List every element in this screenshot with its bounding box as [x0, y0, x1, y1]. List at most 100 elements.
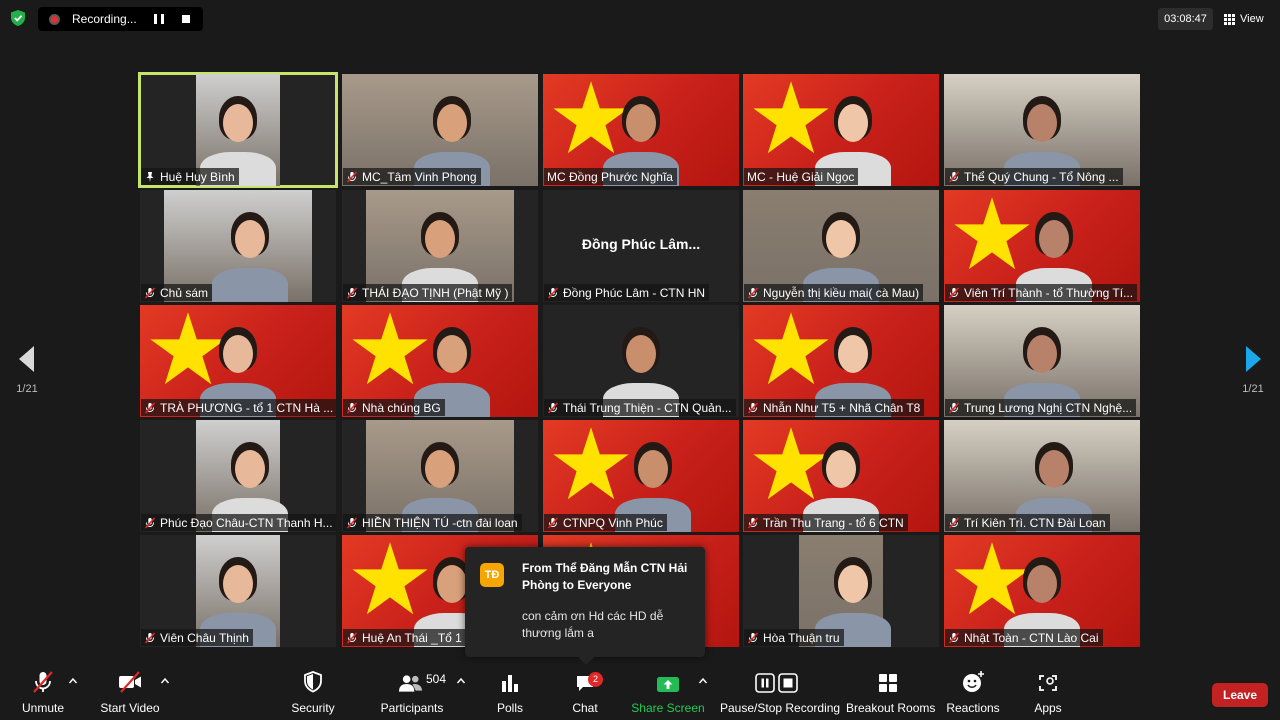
participant-name-bar: Viên Châu Thịnh [141, 629, 253, 646]
reactions-smiley-icon [963, 671, 984, 692]
participant-name: Chủ sám [160, 285, 209, 300]
participant-name-bar: Nhà chúng BG [343, 399, 445, 416]
video-tile[interactable]: Huệ Huy Bình [138, 72, 338, 188]
unmute-label: Unmute [21, 701, 65, 715]
participants-options-chevron-icon[interactable] [456, 676, 466, 686]
video-tile[interactable]: THÁI ĐẠO TỊNH (Phật Mỹ ) [342, 190, 538, 302]
video-tile[interactable]: Viên Trí Thành - tổ Thường Tí... [944, 190, 1140, 302]
participant-name: TRÀ PHƯƠNG - tổ 1 CTN Hà ... [160, 400, 334, 415]
apps-button[interactable]: Apps [1028, 664, 1068, 720]
video-tile[interactable]: TRÀ PHƯƠNG - tổ 1 CTN Hà ... [140, 305, 336, 417]
polls-button[interactable]: Polls [490, 664, 530, 720]
meeting-toolbar: Unmute Start Video Security 504 Particip… [0, 664, 1280, 720]
video-tile[interactable]: Nhẫn Như T5 + Nhã Chân T8 [743, 305, 939, 417]
video-tile[interactable]: MC_Tâm Vinh Phong [342, 74, 538, 186]
chat-notification-popup[interactable]: TĐ From Thể Đăng Mẫn CTN Hải Phòng to Ev… [465, 547, 705, 665]
muted-mic-icon [948, 516, 960, 529]
encryption-shield-icon[interactable] [8, 8, 28, 28]
participant-name: Huệ Huy Bình [160, 169, 235, 184]
video-tile[interactable]: Nhật Toàn - CTN Lào Cai [944, 535, 1140, 647]
video-tile[interactable]: Viên Châu Thịnh [140, 535, 336, 647]
video-options-chevron-icon[interactable] [160, 676, 170, 686]
share-screen-button[interactable]: Share Screen [630, 664, 706, 720]
muted-mic-icon [144, 516, 156, 529]
participant-name-bar: MC Đồng Phước Nghĩa [544, 168, 677, 185]
participant-name: THÁI ĐẠO TỊNH (Phật Mỹ ) [362, 285, 509, 300]
breakout-rooms-button[interactable]: Breakout Rooms [846, 664, 935, 720]
participant-name: Trần Thu Trang - tổ 6 CTN [763, 515, 904, 530]
video-tile[interactable]: Phúc Đạo Châu-CTN Thanh H... [140, 420, 336, 532]
apps-label: Apps [1034, 701, 1062, 715]
video-tile[interactable]: Trần Thu Trang - tổ 6 CTN [743, 420, 939, 532]
flag-star-icon [150, 312, 226, 385]
chat-unread-badge: 2 [588, 672, 603, 687]
participant-name: Viên Trí Thành - tổ Thường Tí... [964, 285, 1134, 300]
video-tile[interactable]: Đồng Phúc Lâm... Đồng Phúc Lâm - CTN HN [543, 190, 739, 302]
participant-name: MC - Huệ Giải Ngọc [747, 169, 855, 184]
video-tile[interactable]: Thái Trung Thiện - CTN Quản... [543, 305, 739, 417]
reactions-button[interactable]: Reactions [946, 664, 1000, 720]
muted-mic-icon [346, 631, 358, 644]
participant-name-bar: Nhật Toàn - CTN Lào Cai [945, 629, 1103, 646]
view-button[interactable]: View [1224, 8, 1264, 30]
muted-mic-icon [144, 401, 156, 414]
participant-name-bar: Trần Thu Trang - tổ 6 CTN [744, 514, 908, 531]
video-tile[interactable]: Chủ sám [140, 190, 336, 302]
participant-name-bar: TRÀ PHƯƠNG - tổ 1 CTN Hà ... [141, 399, 336, 416]
video-tile[interactable]: Trí Kiên Trì. CTN Đài Loan [944, 420, 1140, 532]
chat-label: Chat [572, 701, 598, 715]
chat-sender: From Thể Đăng Mẫn CTN Hải Phòng to Every… [522, 561, 688, 592]
previous-page-button[interactable]: 1/21 [12, 346, 42, 395]
video-tile[interactable]: CTNPQ Vinh Phúc [543, 420, 739, 532]
video-tile[interactable]: Thể Quý Chung - Tổ Nông ... [944, 74, 1140, 186]
muted-mic-icon [747, 401, 759, 414]
video-tile[interactable]: HIỀN THIỆN TÚ -ctn đài loan [342, 420, 538, 532]
stop-recording-icon[interactable] [182, 15, 190, 23]
muted-mic-icon [948, 286, 960, 299]
page-indicator-left: 1/21 [16, 383, 38, 395]
participant-name-bar: Huệ Huy Bình [141, 168, 239, 185]
muted-mic-icon [144, 286, 156, 299]
arrow-left-icon [19, 346, 34, 372]
participant-name-bar: MC - Huệ Giải Ngọc [744, 168, 859, 185]
next-page-button[interactable]: 1/21 [1238, 346, 1268, 395]
leave-button[interactable]: Leave [1212, 683, 1268, 707]
participants-button[interactable]: 504 Participants [378, 664, 446, 720]
participant-display-name: Đồng Phúc Lâm... [581, 236, 701, 252]
muted-mic-icon [547, 286, 559, 299]
arrow-right-icon [1246, 346, 1261, 372]
video-tile[interactable]: MC Đồng Phước Nghĩa [543, 74, 739, 186]
flag-star-icon [553, 427, 629, 500]
recording-label: Recording... [72, 12, 137, 26]
flag-star-icon [954, 542, 1030, 615]
participant-name: MC_Tâm Vinh Phong [362, 169, 477, 184]
video-tile[interactable]: Nhà chúng BG [342, 305, 538, 417]
security-label: Security [291, 701, 335, 715]
video-tile[interactable]: Trung Lương Nghị CTN Nghệ... [944, 305, 1140, 417]
video-tile[interactable]: Hòa Thuận tru [743, 535, 939, 647]
unmute-button[interactable]: Unmute [14, 664, 72, 720]
pause-stop-icon [755, 673, 798, 693]
start-video-button[interactable]: Start Video [96, 664, 164, 720]
pin-icon [146, 171, 154, 182]
audio-options-chevron-icon[interactable] [68, 676, 78, 686]
participant-name: Thái Trung Thiện - CTN Quản... [563, 400, 732, 415]
pause-recording-icon[interactable] [154, 14, 164, 24]
participant-name: MC Đồng Phước Nghĩa [547, 169, 673, 184]
security-button[interactable]: Security [286, 664, 340, 720]
video-tile[interactable]: Nguyễn thị kiều mai( cà Mau) [743, 190, 939, 302]
muted-mic-icon [747, 286, 759, 299]
flag-star-icon [352, 312, 428, 385]
participant-name-bar: Hòa Thuận tru [744, 629, 844, 646]
muted-mic-icon [948, 170, 960, 183]
video-tile[interactable]: MC - Huệ Giải Ngọc [743, 74, 939, 186]
participant-name: Thể Quý Chung - Tổ Nông ... [964, 169, 1119, 184]
share-options-chevron-icon[interactable] [698, 676, 708, 686]
recording-dot-icon [49, 13, 60, 25]
pause-stop-recording-button[interactable]: Pause/Stop Recording [720, 664, 841, 720]
participant-name-bar: Viên Trí Thành - tổ Thường Tí... [945, 284, 1138, 301]
muted-mic-icon [747, 631, 759, 644]
pause-stop-recording-label: Pause/Stop Recording [720, 701, 841, 715]
muted-mic-icon [346, 401, 358, 414]
participant-name: Viên Châu Thịnh [160, 630, 249, 645]
